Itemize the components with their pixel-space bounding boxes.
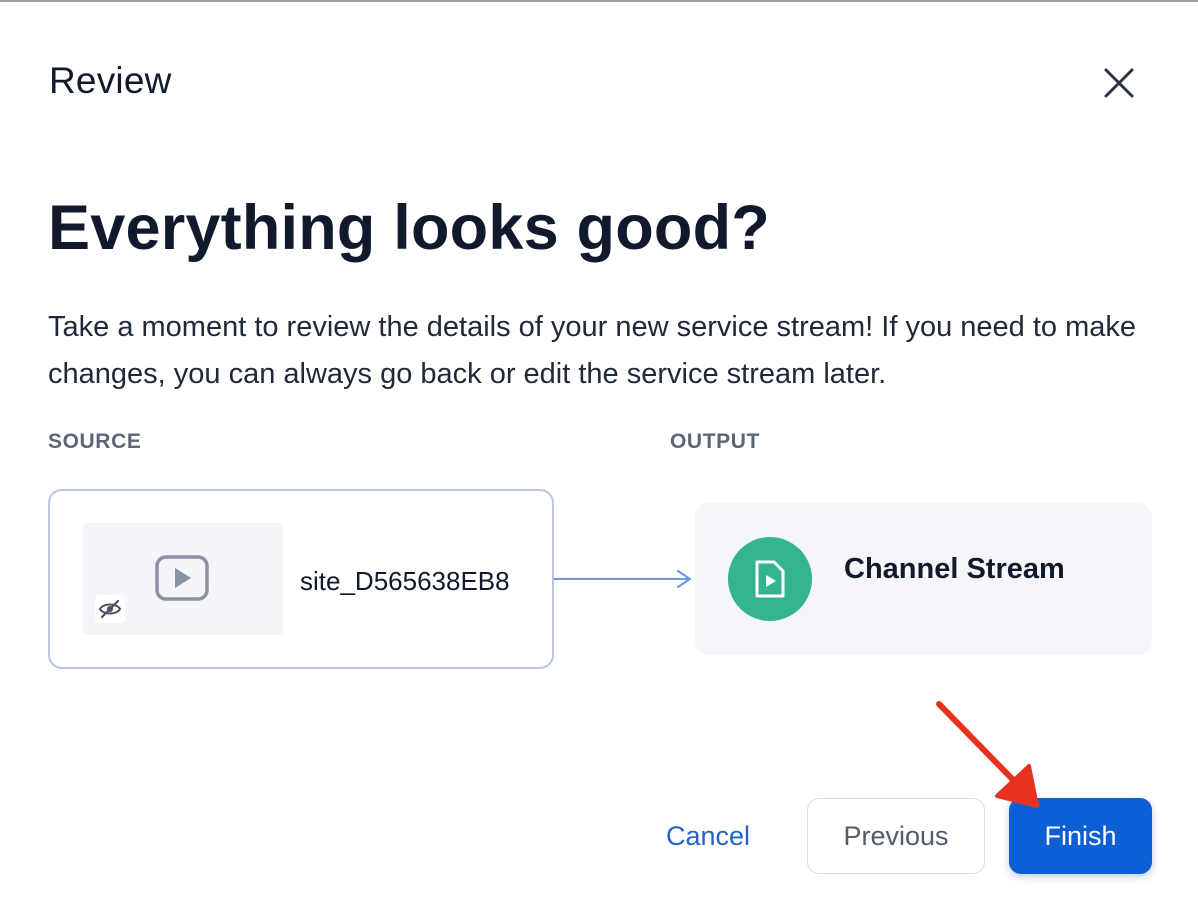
output-label: OUTPUT [670, 430, 760, 453]
output-name: Channel Stream [844, 553, 1065, 585]
eye-slash-icon [98, 599, 122, 619]
previous-button[interactable]: Previous [807, 798, 985, 874]
cancel-button[interactable]: Cancel [648, 798, 768, 874]
close-button[interactable] [1096, 60, 1142, 106]
source-name: site_D565638EB8 [300, 566, 510, 596]
visibility-badge [95, 595, 125, 623]
source-label: SOURCE [48, 430, 142, 453]
page-description: Take a moment to review the details of y… [48, 311, 1137, 390]
play-video-icon [155, 555, 209, 601]
source-card[interactable]: site_D565638EB8 [48, 489, 554, 669]
output-icon-circle [728, 537, 812, 621]
source-thumbnail [83, 523, 283, 635]
output-card[interactable]: Channel Stream [695, 503, 1152, 655]
arrow-right-icon [554, 569, 692, 589]
page-heading: Everything looks good? [48, 193, 770, 263]
dialog-title: Review [49, 60, 172, 101]
close-icon [1104, 68, 1134, 98]
finish-button[interactable]: Finish [1009, 798, 1152, 874]
video-file-icon [755, 560, 785, 598]
review-dialog: Review Everything looks good? Take a mom… [0, 0, 1198, 902]
